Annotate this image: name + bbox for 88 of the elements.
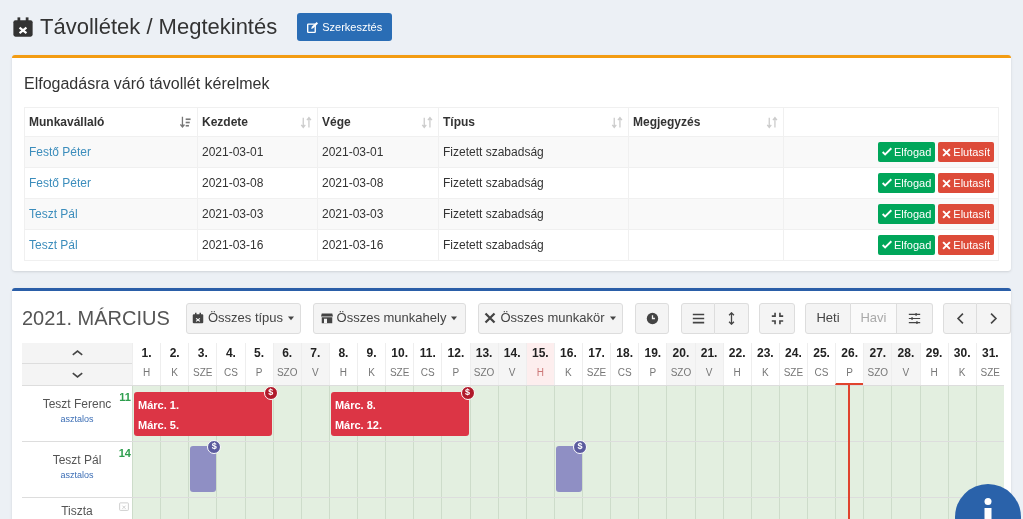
caret-icon xyxy=(287,315,296,321)
view-tab[interactable]: Heti xyxy=(805,302,851,334)
close-icon xyxy=(942,240,952,250)
paid-badge: $ xyxy=(460,386,475,400)
edit-icon xyxy=(307,21,319,33)
card-title: Elfogadásra váró távollét kérelmek xyxy=(24,74,271,94)
filter-dropdown[interactable]: Összes munkakör xyxy=(478,302,623,334)
employee-name: Tiszta xyxy=(61,503,93,519)
compress-button[interactable] xyxy=(759,302,795,334)
accept-button[interactable]: Elfogad xyxy=(878,173,936,193)
table-cell: 2021-03-01 xyxy=(317,136,439,168)
day-header: 20. SZO xyxy=(666,343,695,385)
check-icon xyxy=(882,209,892,219)
table-cell: 2021-03-01 xyxy=(197,136,318,168)
column-header[interactable]: Kezdete xyxy=(197,107,318,137)
date-label: Márc. 1. xyxy=(138,398,180,413)
clock-button[interactable] xyxy=(635,302,669,334)
day-header: 26. P xyxy=(835,343,864,385)
table-cell: Fizetett szabadság xyxy=(438,167,629,199)
accept-button[interactable]: Elfogad xyxy=(878,235,936,255)
list-icon xyxy=(691,311,705,325)
accept-button[interactable]: Elfogad xyxy=(878,142,936,162)
table-cell: Fizetett szabadság xyxy=(438,229,629,261)
close-icon xyxy=(942,147,952,157)
store-icon xyxy=(320,312,333,324)
reject-button[interactable]: Elutasít xyxy=(938,204,994,224)
caret-icon xyxy=(608,315,617,321)
date-label: Márc. 5. xyxy=(138,418,180,433)
close-icon xyxy=(942,178,952,188)
table-cell: 2021-03-08 xyxy=(317,167,439,199)
day-header: 7. V xyxy=(300,343,329,385)
filter-dropdown[interactable]: Összes munkahely xyxy=(313,302,466,334)
absence-count: 14 xyxy=(118,446,131,461)
edit-button[interactable]: Szerkesztés xyxy=(297,13,393,41)
page-title: Távollétek / Megtekintés xyxy=(40,16,278,38)
filter-dropdown[interactable]: Összes típus xyxy=(186,302,301,334)
day-header: 15. H xyxy=(525,343,554,385)
close-icon xyxy=(942,209,952,219)
employee-link[interactable]: Festő Péter xyxy=(29,176,92,190)
day-header: 14. V xyxy=(497,343,526,385)
compress-icon xyxy=(770,311,784,325)
table-cell: 2021-03-16 xyxy=(197,229,318,261)
settings-button[interactable] xyxy=(897,302,933,334)
date-label: Márc. 8. xyxy=(334,398,377,413)
employee-name: Teszt Ferenc xyxy=(42,396,112,414)
table-cell: Fizetett szabadság xyxy=(438,198,629,230)
column-header[interactable]: Megjegyzés xyxy=(628,107,784,137)
settings-icon xyxy=(908,311,921,325)
reject-button[interactable]: Elutasít xyxy=(938,173,994,193)
row-height-button[interactable] xyxy=(715,302,749,334)
day-header: 27. SZO xyxy=(863,343,892,385)
calendar-icon xyxy=(12,16,34,38)
check-icon xyxy=(882,240,892,250)
info-icon xyxy=(981,498,995,519)
chevron-up-icon xyxy=(71,349,83,357)
caret-icon xyxy=(450,315,459,321)
reject-button[interactable]: Elutasít xyxy=(938,235,994,255)
column-header[interactable]: Munkavállaló xyxy=(24,107,198,137)
column-header[interactable]: Vége xyxy=(317,107,439,137)
check-icon xyxy=(882,147,892,157)
day-header: 28. V xyxy=(891,343,920,385)
date-label: Márc. 12. xyxy=(334,418,383,433)
table-cell: 2021-03-03 xyxy=(197,198,318,230)
table-cell: 2021-03-16 xyxy=(317,229,439,261)
reject-button[interactable]: Elutasít xyxy=(938,142,994,162)
day-header: 6. SZO xyxy=(272,343,301,385)
clock-icon xyxy=(645,311,659,325)
employee-link[interactable]: Teszt Pál xyxy=(29,238,78,252)
employee-link[interactable]: Festő Péter xyxy=(29,145,92,159)
absence-count: 11 xyxy=(119,390,131,405)
paid-badge: $ xyxy=(263,386,278,400)
month-title: 2021. MÁRCIUS xyxy=(22,306,171,331)
employee-role: asztalos xyxy=(60,469,94,483)
view-tab[interactable]: Havi xyxy=(851,302,897,334)
day-header: 21. V xyxy=(694,343,723,385)
table-cell: Fizetett szabadság xyxy=(438,136,629,168)
check-icon xyxy=(882,178,892,188)
employee-role: asztalos xyxy=(60,413,94,427)
accept-button[interactable]: Elfogad xyxy=(878,204,936,224)
table-cell: 2021-03-03 xyxy=(317,198,439,230)
employee-link[interactable]: Teszt Pál xyxy=(29,207,78,221)
table-cell: 2021-03-08 xyxy=(197,167,318,199)
list-button[interactable] xyxy=(681,302,715,334)
calendar-icon xyxy=(191,312,204,324)
column-header[interactable]: Típus xyxy=(438,107,629,137)
chevron-down-icon xyxy=(71,370,83,379)
day-header: 13. SZO xyxy=(469,343,498,385)
employee-name: Teszt Pál xyxy=(52,452,102,470)
